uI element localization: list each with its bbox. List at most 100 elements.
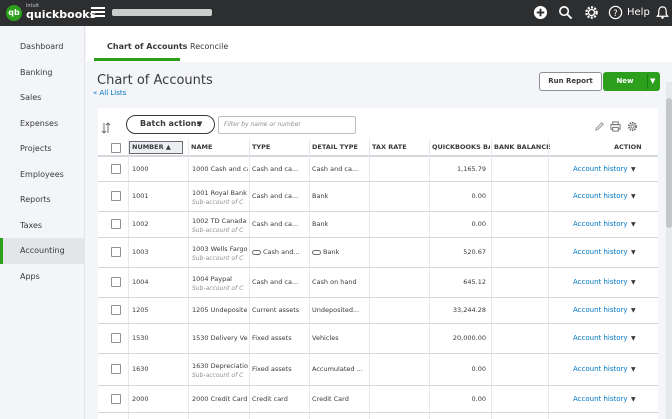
column-header-tax-rate[interactable]: TAX RATE: [372, 143, 407, 151]
row-action-chevron-down-icon[interactable]: ▼: [631, 193, 636, 200]
account-history-link[interactable]: Account history: [573, 220, 628, 228]
new-button[interactable]: New ▼: [603, 72, 660, 91]
row-checkbox[interactable]: [111, 394, 121, 404]
table-row[interactable]: 1003 1003 Wells Fargo Sub-account of C Cash…: [98, 238, 658, 268]
print-icon[interactable]: [610, 121, 621, 132]
row-action-chevron-down-icon[interactable]: ▼: [631, 335, 636, 342]
row-checkbox[interactable]: [111, 277, 121, 287]
company-name-redacted: [112, 9, 212, 16]
sidebar: Dashboard Banking Sales Expenses Projects Emp…: [0, 26, 85, 419]
row-checkbox[interactable]: [111, 219, 121, 229]
help-icon[interactable]: ?: [608, 5, 623, 20]
edit-pencil-icon[interactable]: [594, 121, 605, 132]
account-history-link[interactable]: Account history: [573, 278, 628, 286]
account-history-link[interactable]: Account history: [573, 306, 628, 314]
batch-actions-button[interactable]: Batch actions ▼: [126, 115, 215, 134]
sidebar-item-banking[interactable]: Banking: [0, 60, 85, 86]
select-all-checkbox[interactable]: [111, 143, 121, 153]
account-history-link[interactable]: Account history: [573, 192, 628, 200]
column-header-name[interactable]: NAME: [191, 143, 212, 151]
gear-icon[interactable]: [584, 5, 599, 20]
filter-input[interactable]: Filter by name or number: [218, 116, 356, 134]
detail-type-text: Cash on hand: [312, 278, 357, 286]
table-row[interactable]: 1002 1002 TD Canada T Sub-account of C Cash…: [98, 212, 658, 238]
column-header-number[interactable]: NUMBER ▲: [132, 143, 171, 151]
linked-bank-icon: [312, 249, 321, 255]
account-type-text: Fixed assets: [252, 334, 292, 342]
column-header-bank-balance[interactable]: BANK BALANCE: [494, 143, 551, 151]
sub-account-label: Sub-account of C: [192, 285, 244, 292]
help-label[interactable]: Help: [627, 7, 650, 18]
sidebar-item-dashboard[interactable]: Dashboard: [0, 34, 85, 60]
sidebar-item-employees[interactable]: Employees: [0, 162, 85, 188]
quickbooks-logo-icon[interactable]: qb: [6, 5, 22, 21]
table-row[interactable]: 1001 1001 Royal Bank - Sub-account of C Cas…: [98, 182, 658, 212]
row-action-chevron-down-icon[interactable]: ▼: [631, 221, 636, 228]
account-history-link[interactable]: Account history: [573, 165, 628, 173]
table-row[interactable]: 20012001 RBC Visa - xSub-account of CCre…: [98, 413, 658, 419]
table-row[interactable]: 1205 1205 Undeposite Current assets Undepos…: [98, 298, 658, 324]
sidebar-item-expenses[interactable]: Expenses: [0, 111, 85, 137]
tab-bar: Chart of Accounts Reconcile: [86, 26, 672, 62]
quickbooks-balance: 33,244.28: [452, 306, 486, 314]
scrollbar-thumb[interactable]: [666, 98, 672, 228]
account-name: 1530 Delivery Ve: [192, 334, 248, 342]
detail-type: Credit Card: [312, 395, 368, 403]
row-action-chevron-down-icon[interactable]: ▼: [631, 307, 636, 314]
sidebar-item-reports[interactable]: Reports: [0, 187, 85, 213]
quickbooks-balance: 20,000.00: [452, 334, 486, 342]
row-checkbox[interactable]: [111, 191, 121, 201]
table-row[interactable]: 1004 1004 Paypal Sub-account of C Cash and …: [98, 268, 658, 298]
row-action-chevron-down-icon[interactable]: ▼: [631, 166, 636, 173]
tab-reconcile[interactable]: Reconcile: [190, 42, 228, 51]
sub-account-label: Sub-account of C: [192, 227, 244, 234]
table-row[interactable]: 1630 1630 Depreciatio Sub-account of C Fixe…: [98, 354, 658, 386]
row-action-chevron-down-icon[interactable]: ▼: [631, 366, 636, 373]
settings-gear-icon[interactable]: [627, 121, 638, 132]
sidebar-item-sales[interactable]: Sales: [0, 85, 85, 111]
row-action-chevron-down-icon[interactable]: ▼: [631, 396, 636, 403]
row-action-chevron-down-icon[interactable]: ▼: [631, 249, 636, 256]
row-checkbox[interactable]: [111, 333, 121, 343]
account-number: 1000: [132, 165, 149, 173]
account-number: 1630: [132, 365, 149, 373]
detail-type: Bank: [312, 192, 368, 200]
brand-name[interactable]: quickbooks: [26, 8, 96, 21]
column-header-quickbooks-balance[interactable]: QUICKBOOKS BA: [432, 143, 490, 151]
table-row[interactable]: 2000 2000 Credit Card Credit card Credit Ca…: [98, 386, 658, 413]
plus-icon[interactable]: [533, 5, 548, 20]
column-header-detail-type[interactable]: DETAIL TYPE: [312, 143, 358, 151]
account-history-link[interactable]: Account history: [573, 365, 628, 373]
detail-type: Cash on hand: [312, 278, 368, 286]
new-dropdown-chevron-icon[interactable]: ▼: [650, 72, 655, 91]
row-checkbox[interactable]: [111, 164, 121, 174]
row-checkbox[interactable]: [111, 364, 121, 374]
run-report-button[interactable]: Run Report: [539, 72, 602, 91]
account-history-link[interactable]: Account history: [573, 248, 628, 256]
detail-type-text: Bank: [312, 192, 329, 200]
all-lists-link[interactable]: « All Lists: [93, 89, 126, 97]
sidebar-item-projects[interactable]: Projects: [0, 136, 85, 162]
row-action-chevron-down-icon[interactable]: ▼: [631, 279, 636, 286]
table-row[interactable]: 1530 1530 Delivery Ve Fixed assets Vehicles…: [98, 324, 658, 354]
quickbooks-balance: 0.00: [471, 395, 486, 403]
row-checkbox[interactable]: [111, 305, 121, 315]
sidebar-item-accounting[interactable]: Accounting: [0, 238, 85, 264]
detail-type-text: Bank: [312, 220, 329, 228]
column-header-type[interactable]: TYPE: [252, 143, 270, 151]
svg-text:?: ?: [613, 8, 617, 18]
search-icon[interactable]: [558, 5, 573, 20]
sidebar-item-apps[interactable]: Apps: [0, 264, 85, 290]
account-type: Fixed assets: [252, 365, 308, 373]
hamburger-menu-icon[interactable]: [91, 5, 105, 19]
bell-icon[interactable]: [655, 5, 670, 20]
tab-chart-of-accounts[interactable]: Chart of Accounts: [107, 42, 187, 51]
account-number: 2000: [132, 395, 149, 403]
sidebar-item-taxes[interactable]: Taxes: [0, 213, 85, 239]
account-history-link[interactable]: Account history: [573, 395, 628, 403]
sort-arrows-icon[interactable]: [101, 122, 111, 134]
table-row[interactable]: 1000 1000 Cash and cas Cash and ca... Cash …: [98, 157, 658, 182]
row-checkbox[interactable]: [111, 247, 121, 257]
account-history-link[interactable]: Account history: [573, 334, 628, 342]
account-type: Cash and ca...: [252, 278, 308, 286]
